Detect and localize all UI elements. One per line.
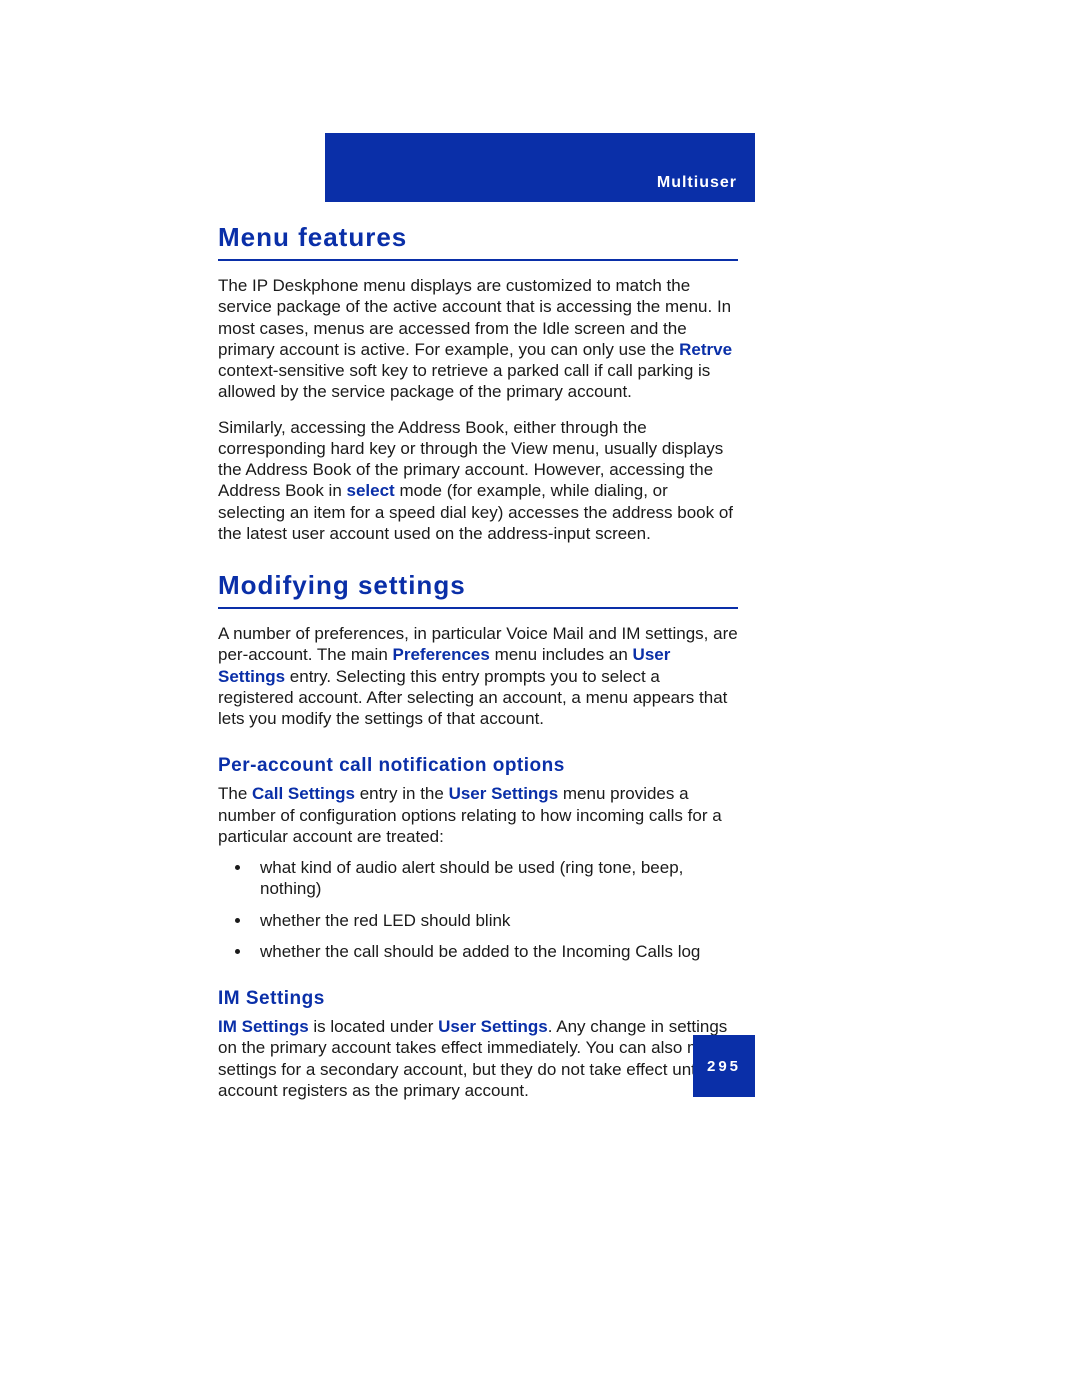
text: The IP Deskphone menu displays are custo… (218, 276, 731, 359)
paragraph-menu-features-1: The IP Deskphone menu displays are custo… (218, 275, 738, 403)
text: entry. Selecting this entry prompts you … (218, 667, 727, 729)
text: entry in the (355, 784, 449, 803)
bullet-list-per-account: what kind of audio alert should be used … (218, 857, 738, 962)
page-number-box: 295 (693, 1035, 755, 1097)
heading-per-account: Per-account call notification options (218, 755, 738, 777)
keyword-select: select (347, 481, 395, 500)
text: is located under (309, 1017, 438, 1036)
paragraph-per-account: The Call Settings entry in the User Sett… (218, 783, 738, 847)
heading-modifying-settings: Modifying settings (218, 570, 738, 609)
keyword-im-settings: IM Settings (218, 1017, 309, 1036)
text: menu includes an (490, 645, 633, 664)
list-item: what kind of audio alert should be used … (252, 857, 738, 900)
header-band: Multiuser (325, 133, 755, 202)
page-content: Menu features The IP Deskphone menu disp… (218, 222, 738, 1101)
keyword-user-settings: User Settings (438, 1017, 548, 1036)
header-section-label: Multiuser (657, 174, 737, 192)
keyword-retrve: Retrve (679, 340, 732, 359)
list-item: whether the call should be added to the … (252, 941, 738, 962)
heading-im-settings: IM Settings (218, 988, 738, 1010)
text: The (218, 784, 252, 803)
page-number: 295 (707, 1058, 741, 1075)
heading-menu-features: Menu features (218, 222, 738, 261)
keyword-call-settings: Call Settings (252, 784, 355, 803)
paragraph-menu-features-2: Similarly, accessing the Address Book, e… (218, 417, 738, 545)
keyword-preferences: Preferences (393, 645, 490, 664)
paragraph-modifying-settings-1: A number of preferences, in particular V… (218, 623, 738, 729)
paragraph-im-settings: IM Settings is located under User Settin… (218, 1016, 738, 1101)
keyword-user-settings: User Settings (449, 784, 559, 803)
text: context-sensitive soft key to retrieve a… (218, 361, 710, 401)
document-page: Multiuser Menu features The IP Deskphone… (0, 0, 1080, 1397)
list-item: whether the red LED should blink (252, 910, 738, 931)
